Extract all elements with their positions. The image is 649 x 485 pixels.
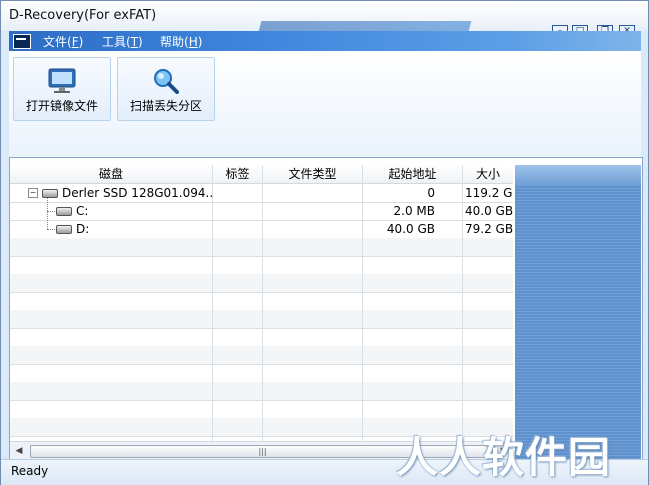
column-start[interactable]: 起始地址 — [363, 165, 463, 183]
disk-name: Derler SSD 128G01.094... — [62, 186, 212, 200]
system-menu-icon[interactable] — [13, 34, 31, 49]
column-divider — [362, 165, 363, 441]
scroll-left-arrow[interactable]: ◀ — [12, 444, 26, 458]
scan-partition-label: 扫描丢失分区 — [129, 99, 202, 113]
collapse-icon[interactable]: − — [28, 188, 38, 198]
menu-tools[interactable]: 工具(T) — [102, 33, 143, 50]
start-address: 2.0 MB — [393, 204, 435, 218]
column-label[interactable]: 标签 — [213, 165, 263, 183]
size-value: 119.2 GB — [465, 186, 513, 200]
column-filetype[interactable]: 文件类型 — [263, 165, 363, 183]
partition-name: C: — [76, 204, 89, 218]
tree-connector — [47, 229, 55, 230]
open-image-label: 打开镜像文件 — [25, 99, 98, 113]
magnifier-icon — [152, 68, 180, 97]
column-divider — [462, 165, 463, 441]
menu-help[interactable]: 帮助(H) — [160, 33, 202, 50]
monitor-icon — [48, 68, 76, 97]
menu-file[interactable]: 文件(F) — [43, 33, 83, 50]
app-window: D-Recovery(For exFAT) – □ ❐ ✕ 文件(F) 工具(T… — [0, 0, 649, 485]
start-address: 0 — [427, 186, 435, 200]
menu-bar: 文件(F) 工具(T) 帮助(H) — [9, 31, 641, 51]
window-title: D-Recovery(For exFAT) — [9, 8, 157, 23]
tree-connector — [47, 211, 55, 212]
column-disk[interactable]: 磁盘 — [10, 165, 213, 183]
partition-icon — [56, 207, 72, 216]
size-value: 79.2 GB — [465, 222, 513, 236]
open-image-button[interactable]: 打开镜像文件 — [13, 57, 111, 121]
partition-table[interactable]: 磁盘 标签 文件类型 起始地址 大小 − Derler SSD 128G01.0… — [10, 158, 513, 441]
disk-icon — [42, 189, 58, 198]
partition-name: D: — [76, 222, 90, 236]
watermark-text: 人人软件园 — [396, 433, 612, 482]
column-divider — [212, 165, 213, 441]
partition-icon — [56, 225, 72, 234]
column-divider — [262, 165, 263, 441]
toolbar: 打开镜像文件 扫描丢失分区 — [9, 51, 641, 157]
content-area: 磁盘 标签 文件类型 起始地址 大小 − Derler SSD 128G01.0… — [9, 157, 643, 461]
detail-panel — [515, 165, 641, 459]
scan-partition-button[interactable]: 扫描丢失分区 — [117, 57, 215, 121]
status-text: Ready — [11, 464, 49, 478]
size-value: 40.0 GB — [465, 204, 513, 218]
column-size[interactable]: 大小 — [463, 165, 513, 183]
tree-connector — [47, 198, 48, 229]
start-address: 40.0 GB — [386, 222, 435, 236]
